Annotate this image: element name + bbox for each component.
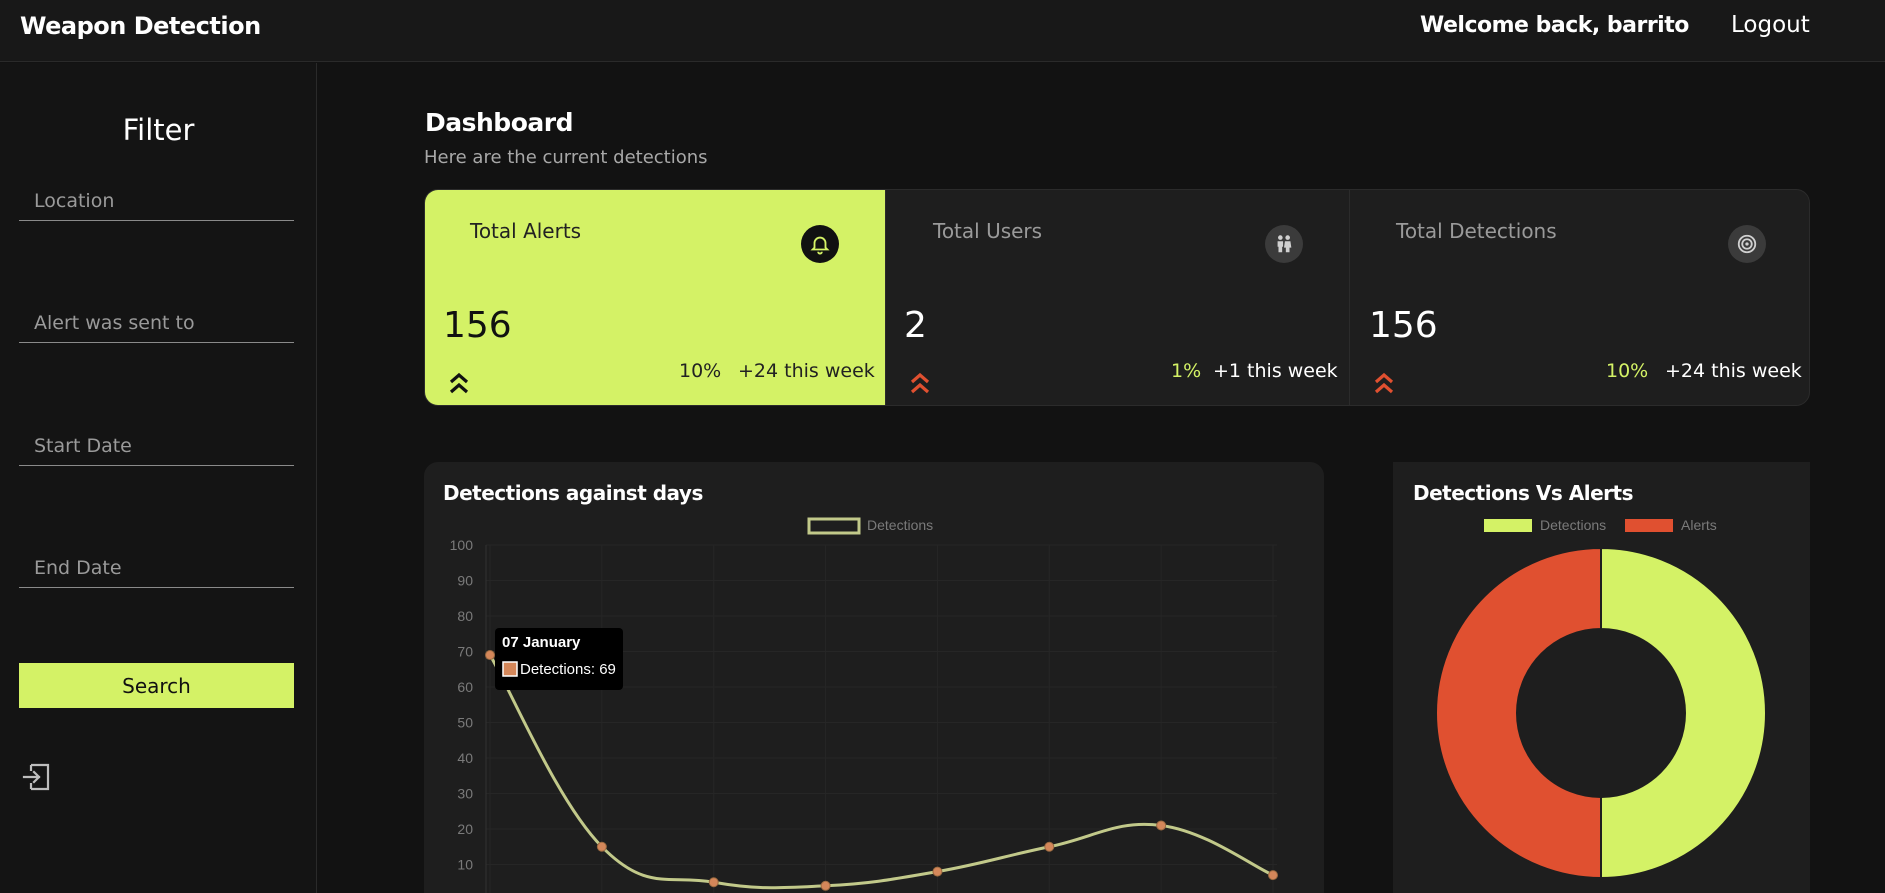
stat-percent: 10% — [679, 360, 722, 382]
legend-label-alerts: Alerts — [1681, 517, 1717, 533]
stat-card-total-users: Total Users 2 1% +1 this week — [885, 190, 1349, 405]
data-point[interactable] — [485, 650, 495, 661]
end-date-input[interactable] — [19, 548, 294, 587]
legend-swatch-alerts — [1625, 519, 1673, 532]
y-tick-label: 20 — [457, 821, 473, 837]
y-tick-label: 60 — [457, 679, 473, 695]
stat-weekly-change: +1 this week — [1213, 360, 1338, 382]
stat-label: Total Alerts — [470, 219, 582, 243]
app-title: Weapon Detection — [20, 12, 261, 40]
y-tick-label: 80 — [457, 608, 473, 624]
stat-label: Total Users — [933, 219, 1043, 243]
donut-slice-detections[interactable] — [1600, 546, 1767, 880]
y-tick-label: 30 — [457, 786, 473, 802]
end-date-field[interactable] — [19, 548, 294, 588]
stat-value: 156 — [1369, 305, 1438, 346]
bell-icon — [801, 225, 839, 263]
double-chevron-up-icon — [449, 372, 469, 394]
data-point[interactable] — [932, 866, 943, 877]
double-chevron-up-icon — [1374, 372, 1394, 394]
y-tick-label: 100 — [450, 537, 474, 553]
grid — [485, 544, 1277, 893]
detections-line-chart-panel: Detections against days 100 90 80 70 60 50 40 3… — [424, 462, 1324, 893]
location-input[interactable] — [19, 181, 294, 220]
stat-label: Total Detections — [1396, 219, 1557, 243]
filter-sidebar: Filter Search — [0, 63, 317, 893]
y-tick-label: 10 — [457, 857, 473, 873]
stat-value: 156 — [443, 305, 512, 346]
alert-recipient-input[interactable] — [19, 303, 294, 342]
filter-title: Filter — [122, 113, 195, 147]
chart-tooltip: 07 January Detections: 69 — [495, 628, 623, 690]
stat-weekly-change: +24 this week — [738, 360, 875, 382]
y-tick-label: 40 — [457, 750, 473, 766]
stat-percent: 10% — [1606, 360, 1649, 382]
legend-swatch-detections — [807, 517, 861, 535]
data-point[interactable] — [1044, 841, 1055, 852]
stat-value: 2 — [904, 305, 927, 346]
donut-slice-alerts[interactable] — [1435, 546, 1602, 880]
top-bar: Weapon Detection Welcome back, barrito L… — [0, 0, 1885, 62]
data-point[interactable] — [820, 880, 831, 891]
detections-line-chart: 100 90 80 70 60 50 40 30 20 10 Detections 07 Januar… — [450, 517, 1278, 893]
location-field[interactable] — [19, 181, 294, 221]
data-point[interactable] — [596, 841, 607, 852]
detections-vs-alerts-panel: Detections Vs Alerts Detections Alerts — [1393, 462, 1810, 893]
search-button[interactable]: Search — [19, 663, 294, 708]
data-point[interactable] — [708, 877, 719, 888]
logout-link[interactable]: Logout — [1731, 12, 1810, 38]
data-point[interactable] — [1156, 820, 1167, 831]
tooltip-text: Detections: 69 — [520, 661, 616, 678]
legend-swatch-detections — [1484, 519, 1532, 532]
stat-percent: 1% — [1171, 360, 1202, 382]
legend: Detections Alerts — [1484, 517, 1717, 533]
start-date-input[interactable] — [19, 426, 294, 465]
start-date-field[interactable] — [19, 426, 294, 466]
stat-card-total-detections: Total Detections 156 10% +24 this week — [1349, 190, 1809, 405]
users-icon — [1265, 225, 1303, 263]
y-tick-label: 70 — [457, 644, 473, 660]
page-subtitle: Here are the current detections — [424, 147, 708, 168]
legend-label-detections: Detections — [1540, 517, 1606, 533]
sign-in-icon[interactable] — [22, 762, 52, 792]
detections-vs-alerts-donut: Detections Alerts — [1435, 517, 1767, 880]
y-tick-label: 50 — [457, 715, 473, 731]
stat-card-total-alerts: Total Alerts 156 10% +24 this week — [425, 190, 885, 405]
tooltip-swatch — [502, 661, 518, 677]
target-icon — [1728, 225, 1766, 263]
welcome-message: Welcome back, barrito — [1420, 13, 1689, 38]
y-tick-label: 90 — [457, 573, 473, 589]
stat-weekly-change: +24 this week — [1665, 360, 1802, 382]
data-point[interactable] — [1268, 870, 1278, 881]
stats-row: Total Alerts 156 10% +24 this week Total… — [424, 189, 1810, 406]
alert-recipient-field[interactable] — [19, 303, 294, 343]
legend: Detections — [807, 517, 933, 535]
tooltip-title: 07 January — [502, 634, 581, 651]
double-chevron-up-icon — [910, 372, 930, 394]
page-title: Dashboard — [425, 108, 573, 137]
legend-label-detections: Detections — [867, 517, 933, 533]
